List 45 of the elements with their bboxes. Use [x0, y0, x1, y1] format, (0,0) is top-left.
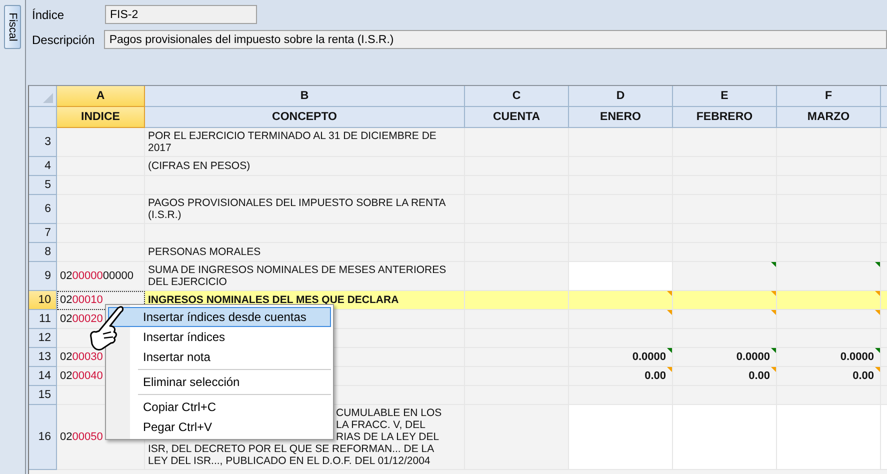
table-cell: 0.00: [569, 367, 673, 386]
select-all-icon[interactable]: [43, 93, 53, 103]
column-letter-header[interactable]: D: [569, 86, 673, 107]
table-cell: 0.0000: [673, 348, 777, 367]
column-letter-header[interactable]: B: [145, 86, 465, 107]
row-number[interactable]: 16: [29, 405, 57, 470]
row-number[interactable]: 8: [29, 243, 57, 262]
column-letter-header[interactable]: F: [777, 86, 881, 107]
table-cell: PERSONAS MORALES: [145, 243, 465, 262]
table-cell: 0.0000: [569, 348, 673, 367]
table-cell: 0.00: [673, 367, 777, 386]
row-number[interactable]: 12: [29, 329, 57, 348]
column-title-header[interactable]: INDICE: [57, 107, 145, 128]
row-number[interactable]: 4: [29, 157, 57, 176]
table-cell: POR EL EJERCICIO TERMINADO AL 31 DE DICIEMBRE DE 2017: [145, 128, 465, 157]
row-number[interactable]: 3: [29, 128, 57, 157]
text-field[interactable]: FIS-2: [105, 5, 257, 24]
row-number[interactable]: 15: [29, 386, 57, 405]
field-label: Descripción: [32, 32, 96, 46]
menu-item[interactable]: Insertar índices desde cuentas: [108, 307, 331, 327]
row-number[interactable]: 7: [29, 224, 57, 243]
column-title-header[interactable]: FEBRERO: [673, 107, 777, 128]
table-cell: SUMA DE INGRESOS NOMINALES DE MESES ANTERIORES DEL EJERCICIO: [145, 262, 465, 291]
fiscal-tab[interactable]: Fiscal: [4, 5, 21, 49]
row-number[interactable]: 6: [29, 195, 57, 224]
row-number[interactable]: 10: [29, 291, 57, 310]
row-number[interactable]: 13: [29, 348, 57, 367]
table-cell: 020000000000: [57, 262, 145, 291]
row-number[interactable]: 11: [29, 310, 57, 329]
column-letter-header[interactable]: C: [465, 86, 569, 107]
field-label: Índice: [32, 8, 66, 22]
column-title-header[interactable]: MARZO: [777, 107, 881, 128]
text-field[interactable]: Pagos provisionales del impuesto sobre la renta (I.S.R.): [104, 30, 887, 49]
column-letter-header[interactable]: A: [57, 86, 145, 107]
table-cell: PAGOS PROVISIONALES DEL IMPUESTO SOBRE LA RENTA (I.S.R.): [145, 195, 465, 224]
column-letter-header[interactable]: E: [673, 86, 777, 107]
table-cell: 0.0000: [777, 348, 881, 367]
table-cell: 0.00: [777, 367, 881, 386]
column-title-header[interactable]: CUENTA: [465, 107, 569, 128]
row-number[interactable]: 14: [29, 367, 57, 386]
row-number[interactable]: 9: [29, 262, 57, 291]
row-number[interactable]: 5: [29, 176, 57, 195]
column-title-header[interactable]: ENERO: [569, 107, 673, 128]
column-title-header[interactable]: CONCEPTO: [145, 107, 465, 128]
table-cell: (CIFRAS EN PESOS): [145, 157, 465, 176]
